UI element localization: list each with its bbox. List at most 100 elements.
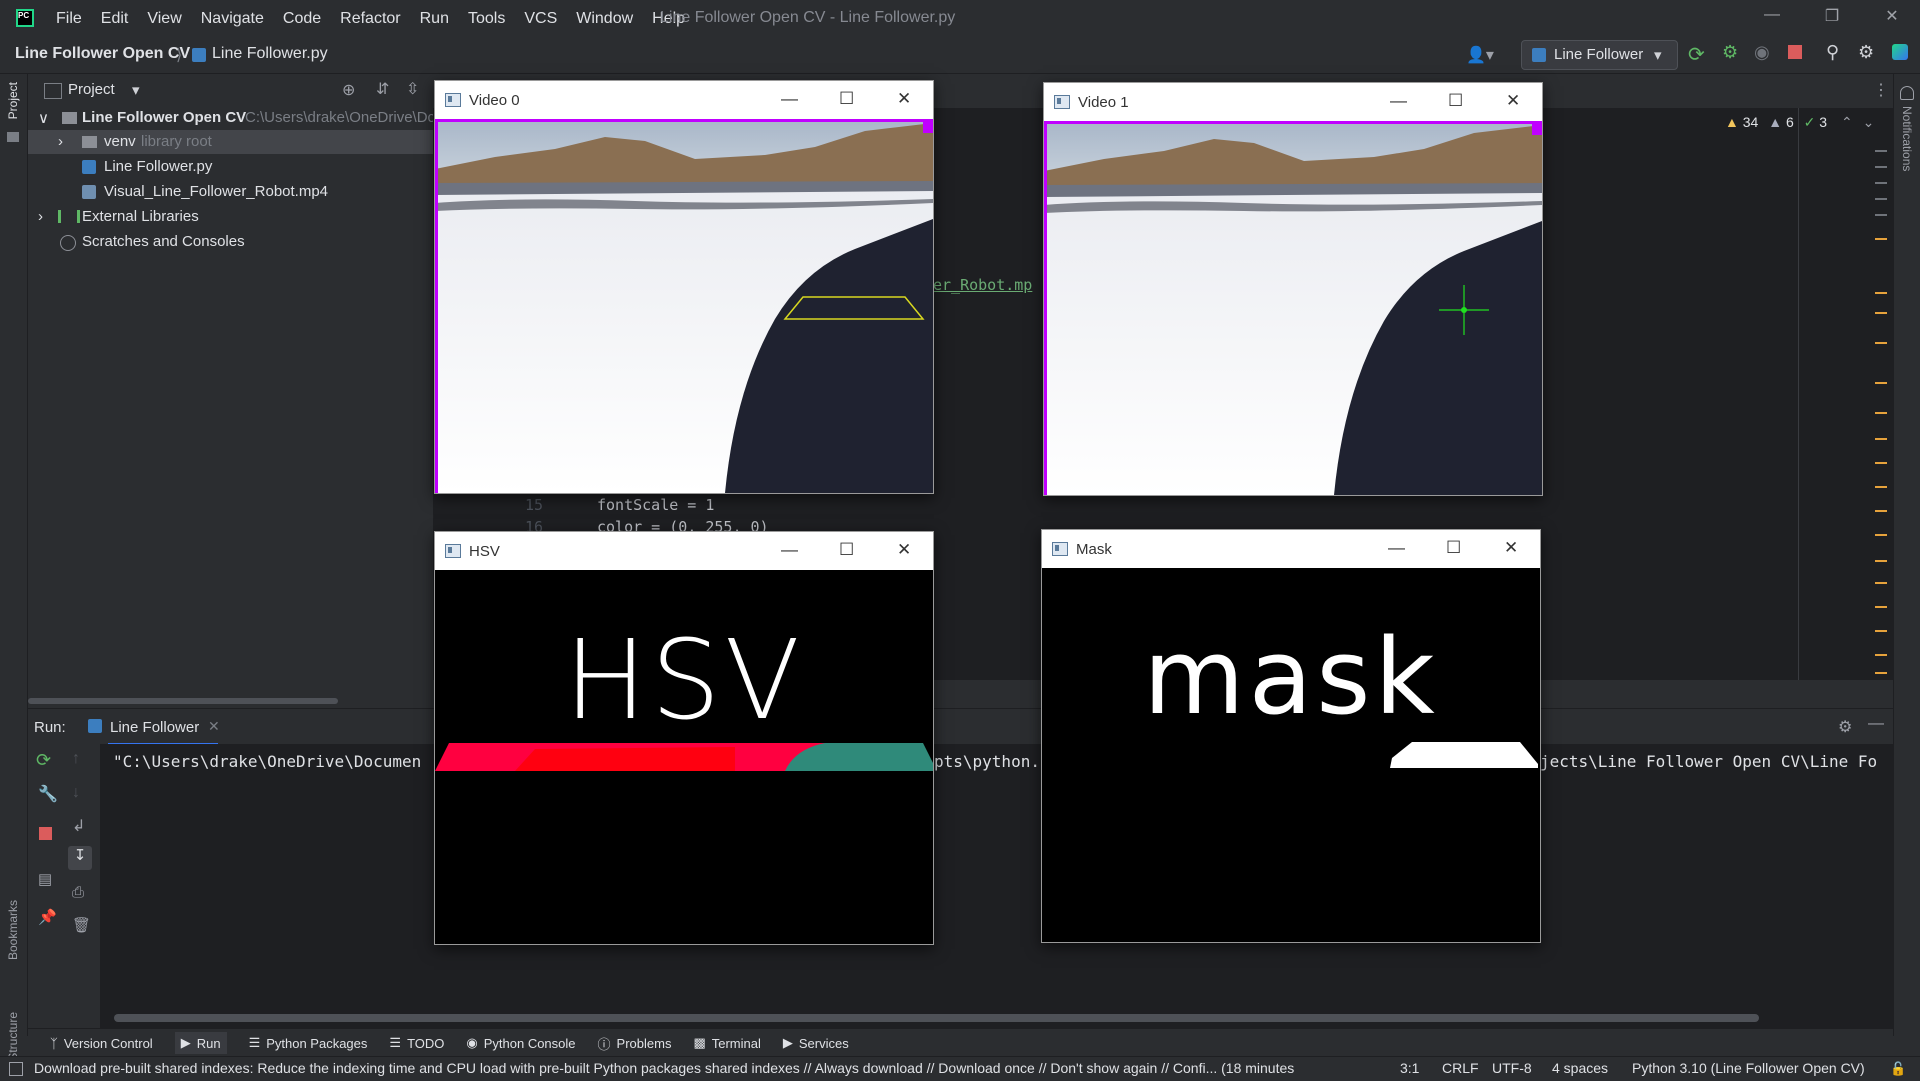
maximize-icon[interactable]: ☐ [1448, 91, 1463, 111]
warning-mark[interactable] [1875, 462, 1887, 464]
settings-icon[interactable]: ⚙ [1838, 717, 1852, 737]
chevron-right-icon[interactable]: › [58, 133, 63, 150]
jetbrains-ai-icon[interactable] [1892, 44, 1908, 60]
tree-expand-icon[interactable]: ∨ [38, 109, 49, 127]
cv-titlebar[interactable]: HSV — ☐ ✕ [435, 532, 933, 570]
run-config-selector[interactable]: Line Follower ▾ [1521, 40, 1678, 70]
rerun-icon[interactable]: ⟳ [1688, 42, 1705, 67]
menu-refactor[interactable]: Refactor [340, 10, 400, 28]
menu-code[interactable]: Code [283, 10, 321, 28]
warning-mark[interactable] [1875, 342, 1887, 344]
pycharm-logo-icon[interactable]: PC [16, 9, 34, 27]
scroll-to-end-icon[interactable]: ↧ [68, 846, 92, 870]
project-panel-title[interactable]: Project [68, 81, 115, 98]
chevron-right-icon[interactable]: › [38, 208, 43, 225]
error-stripe[interactable] [1873, 142, 1889, 682]
arrow-down-icon[interactable]: ↓ [72, 784, 80, 802]
trash-icon[interactable]: 🗑 [72, 916, 91, 934]
minimize-panel-icon[interactable]: — [1868, 715, 1884, 733]
menu-tools[interactable]: Tools [468, 10, 505, 28]
cv-titlebar[interactable]: Video 0 — ☐ ✕ [435, 81, 933, 119]
chevron-up-icon[interactable]: ⌃ [1841, 114, 1853, 130]
warning-mark[interactable] [1875, 582, 1887, 584]
warning-mark[interactable] [1875, 606, 1887, 608]
maximize-icon[interactable]: ☐ [1446, 538, 1461, 558]
close-icon[interactable]: ✕ [1872, 6, 1912, 30]
project-tool-tab[interactable]: Project [6, 82, 20, 119]
restore-icon[interactable]: ❐ [1812, 6, 1852, 30]
maximize-icon[interactable]: ☐ [839, 540, 854, 560]
close-icon[interactable]: ✕ [897, 89, 911, 109]
tool-todo[interactable]: ☰ TODO [389, 1035, 444, 1051]
print-icon[interactable]: ⎙ [72, 884, 84, 901]
close-tab-icon[interactable]: ✕ [208, 718, 220, 735]
menu-vcs[interactable]: VCS [524, 10, 557, 28]
warning-mark[interactable] [1875, 654, 1887, 656]
notifications-tool-tab[interactable]: Notifications [1900, 106, 1914, 171]
breadcrumb-file[interactable]: Line Follower.py [212, 45, 328, 63]
close-icon[interactable]: ✕ [1506, 91, 1520, 111]
horizontal-scrollbar[interactable] [114, 1014, 1759, 1022]
wrench-icon[interactable]: 🔧 [38, 784, 58, 804]
horizontal-scrollbar[interactable] [28, 698, 338, 704]
warning-mark[interactable] [1875, 312, 1887, 314]
chevron-down-icon[interactable]: ▾ [132, 81, 140, 99]
warning-mark[interactable] [1875, 560, 1887, 562]
minimize-icon[interactable]: — [781, 89, 798, 109]
menu-navigate[interactable]: Navigate [201, 10, 264, 28]
tool-problems[interactable]: ⓘ Problems [598, 1034, 672, 1053]
interpreter[interactable]: Python 3.10 (Line Follower Open CV) [1632, 1060, 1865, 1076]
lock-icon[interactable]: 🔓 [1890, 1061, 1906, 1077]
warning-mark[interactable] [1875, 534, 1887, 536]
tree-item-venv[interactable]: venv [104, 133, 136, 150]
account-icon[interactable]: 👤▾ [1466, 45, 1494, 65]
indent-setting[interactable]: 4 spaces [1552, 1060, 1608, 1076]
warning-mark[interactable] [1875, 382, 1887, 384]
menu-file[interactable]: File [56, 10, 82, 28]
tree-item-scratches[interactable]: Scratches and Consoles [82, 233, 245, 250]
tool-terminal[interactable]: ▩ Terminal [693, 1035, 760, 1051]
menu-view[interactable]: View [147, 10, 181, 28]
tool-run[interactable]: ▶ Run [174, 1032, 227, 1054]
minimize-icon[interactable]: — [781, 540, 798, 560]
console-output[interactable]: "C:\Users\drake\OneDrive\Documen pts\pyt… [100, 744, 1893, 1028]
cv-window-mask[interactable]: Mask — ☐ ✕ mask [1041, 529, 1541, 943]
tool-python-packages[interactable]: ☰ Python Packages [249, 1035, 368, 1051]
collapse-all-icon[interactable]: ⇳ [406, 79, 419, 99]
warning-mark[interactable] [1875, 672, 1887, 674]
debug-icon[interactable]: ⚙ [1722, 42, 1738, 63]
layout-icon[interactable]: ▤ [38, 870, 52, 888]
run-tab[interactable]: Line Follower [110, 719, 199, 736]
stop-icon[interactable] [1788, 45, 1802, 59]
caret-position[interactable]: 3:1 [1400, 1060, 1419, 1076]
inspection-widget[interactable]: ▲ 34 ▲ 6 ✓ 3 ⌃ ⌄ [1725, 114, 1874, 131]
close-icon[interactable]: ✕ [897, 540, 911, 560]
expand-all-icon[interactable]: ⇵ [376, 79, 389, 99]
tree-root[interactable]: Line Follower Open CV [82, 109, 246, 126]
toggle-tool-windows-icon[interactable] [9, 1062, 23, 1076]
cv-titlebar[interactable]: Mask — ☐ ✕ [1042, 530, 1540, 568]
warning-mark[interactable] [1875, 630, 1887, 632]
rerun-icon[interactable]: ⟳ [36, 750, 51, 771]
cv-titlebar[interactable]: Video 1 — ☐ ✕ [1044, 83, 1542, 121]
file-encoding[interactable]: UTF-8 [1492, 1060, 1532, 1076]
coverage-icon[interactable]: ◉ [1754, 42, 1770, 63]
locate-icon[interactable]: ⊕ [342, 80, 355, 100]
line-separator[interactable]: CRLF [1442, 1060, 1479, 1076]
close-icon[interactable]: ✕ [1504, 538, 1518, 558]
tree-item-external[interactable]: External Libraries [82, 208, 199, 225]
tree-item-file[interactable]: Line Follower.py [104, 158, 212, 175]
cv-window-hsv[interactable]: HSV — ☐ ✕ HSV [434, 531, 934, 945]
minimize-icon[interactable]: — [1752, 6, 1792, 30]
warning-mark[interactable] [1875, 292, 1887, 294]
pin-icon[interactable]: 📌 [38, 908, 57, 926]
maximize-icon[interactable]: ☐ [839, 89, 854, 109]
settings-icon[interactable]: ⚙ [1858, 42, 1874, 63]
menu-window[interactable]: Window [576, 10, 633, 28]
tool-services[interactable]: ▶ Services [783, 1035, 849, 1051]
warning-mark[interactable] [1875, 214, 1887, 216]
cv-window-video0[interactable]: Video 0 — ☐ ✕ [434, 80, 934, 494]
more-icon[interactable]: ⋮ [1873, 80, 1889, 100]
cv-window-video1[interactable]: Video 1 — ☐ ✕ [1043, 82, 1543, 496]
minimize-icon[interactable]: — [1390, 91, 1407, 111]
